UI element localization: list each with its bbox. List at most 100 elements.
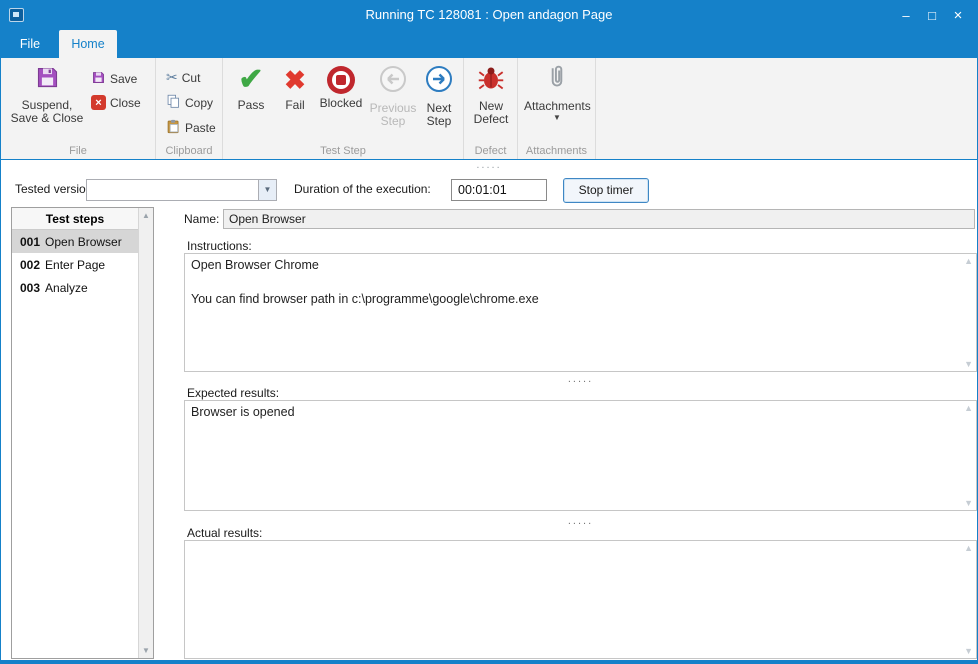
attachments-dropdown-icon[interactable]: ▼ — [524, 113, 590, 122]
cut-button[interactable]: ✂ Cut — [166, 69, 200, 86]
window-controls: – □ × — [893, 0, 971, 30]
step-number: 003 — [20, 281, 40, 295]
blocked-label: Blocked — [317, 97, 365, 110]
ribbon-group-teststep: ✔ Pass ✖ Fail Blocked Previous Step — [223, 58, 464, 159]
fail-cross-icon: ✖ — [275, 64, 315, 96]
test-steps-list: 001 Open Browser 002 Enter Page 003 Anal… — [12, 230, 138, 299]
attachments-button[interactable]: Attachments ▼ — [524, 64, 590, 122]
bug-icon — [477, 64, 505, 97]
tested-version-label: Tested version: — [15, 182, 96, 196]
step-item-002[interactable]: 002 Enter Page — [12, 253, 138, 276]
scroll-down-icon[interactable]: ▼ — [964, 498, 973, 508]
tab-file[interactable]: File — [1, 30, 59, 58]
scroll-down-icon[interactable]: ▼ — [964, 646, 973, 656]
attachments-label: Attachments — [524, 100, 590, 113]
pass-label: Pass — [229, 99, 273, 112]
step-item-001[interactable]: 001 Open Browser — [12, 230, 138, 253]
pass-check-icon: ✔ — [229, 64, 273, 96]
copy-icon — [166, 94, 181, 112]
previous-step-button: Previous Step — [369, 64, 417, 128]
actual-results-textbox[interactable]: ▲ ▼ — [184, 540, 977, 659]
titlebar: Running TC 128081 : Open andagon Page – … — [1, 0, 977, 30]
window-title: Running TC 128081 : Open andagon Page — [1, 0, 977, 30]
group-label-defect: Defect — [464, 145, 517, 157]
ribbon-group-defect: New Defect Defect — [464, 58, 518, 159]
combobox-dropdown-icon[interactable]: ▼ — [258, 180, 276, 200]
new-defect-button[interactable]: New Defect — [468, 64, 514, 126]
app-window: Running TC 128081 : Open andagon Page – … — [0, 0, 978, 664]
group-label-teststep: Test Step — [223, 145, 463, 157]
maximize-button[interactable]: □ — [919, 8, 945, 23]
scissors-icon: ✂ — [166, 69, 178, 86]
paperclip-icon — [544, 64, 570, 97]
fail-button[interactable]: ✖ Fail — [275, 64, 315, 112]
window-close-button[interactable]: × — [945, 7, 971, 24]
paste-button[interactable]: Paste — [166, 119, 216, 137]
splitter-handle[interactable]: ..... — [184, 375, 977, 383]
group-label-clipboard: Clipboard — [156, 145, 222, 157]
scroll-down-icon[interactable]: ▼ — [139, 646, 153, 655]
scroll-down-icon[interactable]: ▼ — [964, 359, 973, 369]
minimize-button[interactable]: – — [893, 8, 919, 23]
suspend-save-close-label: Suspend, Save & Close — [9, 99, 85, 125]
test-steps-panel: Test steps 001 Open Browser 002 Enter Pa… — [11, 207, 154, 659]
name-label: Name: — [184, 212, 219, 226]
ribbon-resize-handle[interactable]: ..... — [1, 161, 977, 170]
duration-field[interactable]: 00:01:01 — [451, 179, 547, 201]
stop-timer-button[interactable]: Stop timer — [563, 178, 649, 203]
step-label: Open Browser — [45, 235, 122, 249]
pass-button[interactable]: ✔ Pass — [229, 64, 273, 112]
group-label-attachments: Attachments — [518, 145, 595, 157]
expected-results-text: Browser is opened — [191, 404, 956, 507]
blocked-button[interactable]: Blocked — [317, 64, 365, 110]
next-step-label: Next Step — [419, 102, 459, 128]
close-x-icon: × — [91, 95, 106, 110]
expected-results-textbox[interactable]: Browser is opened ▲ ▼ — [184, 400, 977, 511]
next-step-button[interactable]: Next Step — [419, 64, 459, 128]
instructions-text: Open Browser Chrome You can find browser… — [191, 257, 956, 368]
save-icon — [91, 70, 106, 88]
ribbon: Suspend, Save & Close Save × Close File … — [1, 58, 977, 160]
ribbon-close-button[interactable]: × Close — [91, 95, 141, 110]
step-label: Enter Page — [45, 258, 105, 272]
close-label: Close — [110, 96, 141, 110]
splitter-handle[interactable]: ..... — [184, 517, 977, 525]
paste-label: Paste — [185, 121, 216, 135]
ribbon-group-clipboard: ✂ Cut Copy Paste Clipboard — [156, 58, 223, 159]
step-item-003[interactable]: 003 Analyze — [12, 276, 138, 299]
name-field[interactable]: Open Browser — [223, 209, 975, 229]
next-arrow-icon — [424, 64, 454, 99]
ribbon-tabrow: File Home — [1, 30, 977, 58]
expected-results-label: Expected results: — [187, 386, 279, 400]
previous-arrow-icon — [378, 64, 408, 99]
ribbon-group-file: Suspend, Save & Close Save × Close File — [1, 58, 156, 159]
scroll-up-icon[interactable]: ▲ — [964, 403, 973, 413]
scroll-up-icon[interactable]: ▲ — [964, 256, 973, 266]
save-suspend-icon — [34, 64, 61, 96]
step-label: Analyze — [45, 281, 88, 295]
paste-icon — [166, 119, 181, 137]
actual-results-label: Actual results: — [187, 526, 262, 540]
copy-label: Copy — [185, 96, 213, 110]
scroll-up-icon[interactable]: ▲ — [964, 543, 973, 553]
suspend-save-close-button[interactable]: Suspend, Save & Close — [9, 64, 85, 125]
save-button[interactable]: Save — [91, 70, 137, 88]
copy-button[interactable]: Copy — [166, 94, 213, 112]
ribbon-group-attachments: Attachments ▼ Attachments — [518, 58, 596, 159]
duration-label: Duration of the execution: — [294, 182, 431, 196]
actual-results-text — [191, 544, 956, 655]
step-number: 001 — [20, 235, 40, 249]
instructions-label: Instructions: — [187, 239, 252, 253]
instructions-textbox[interactable]: Open Browser Chrome You can find browser… — [184, 253, 977, 372]
steps-scrollbar[interactable]: ▲ ▼ — [138, 208, 153, 658]
new-defect-label: New Defect — [468, 100, 514, 126]
scroll-up-icon[interactable]: ▲ — [139, 211, 153, 220]
previous-step-label: Previous Step — [369, 102, 417, 128]
save-label: Save — [110, 72, 137, 86]
tab-home[interactable]: Home — [59, 30, 117, 58]
tested-version-combobox[interactable]: ▼ — [86, 179, 277, 201]
step-number: 002 — [20, 258, 40, 272]
group-label-file: File — [1, 145, 155, 157]
blocked-stop-icon — [327, 66, 355, 94]
test-steps-header: Test steps — [12, 208, 138, 230]
